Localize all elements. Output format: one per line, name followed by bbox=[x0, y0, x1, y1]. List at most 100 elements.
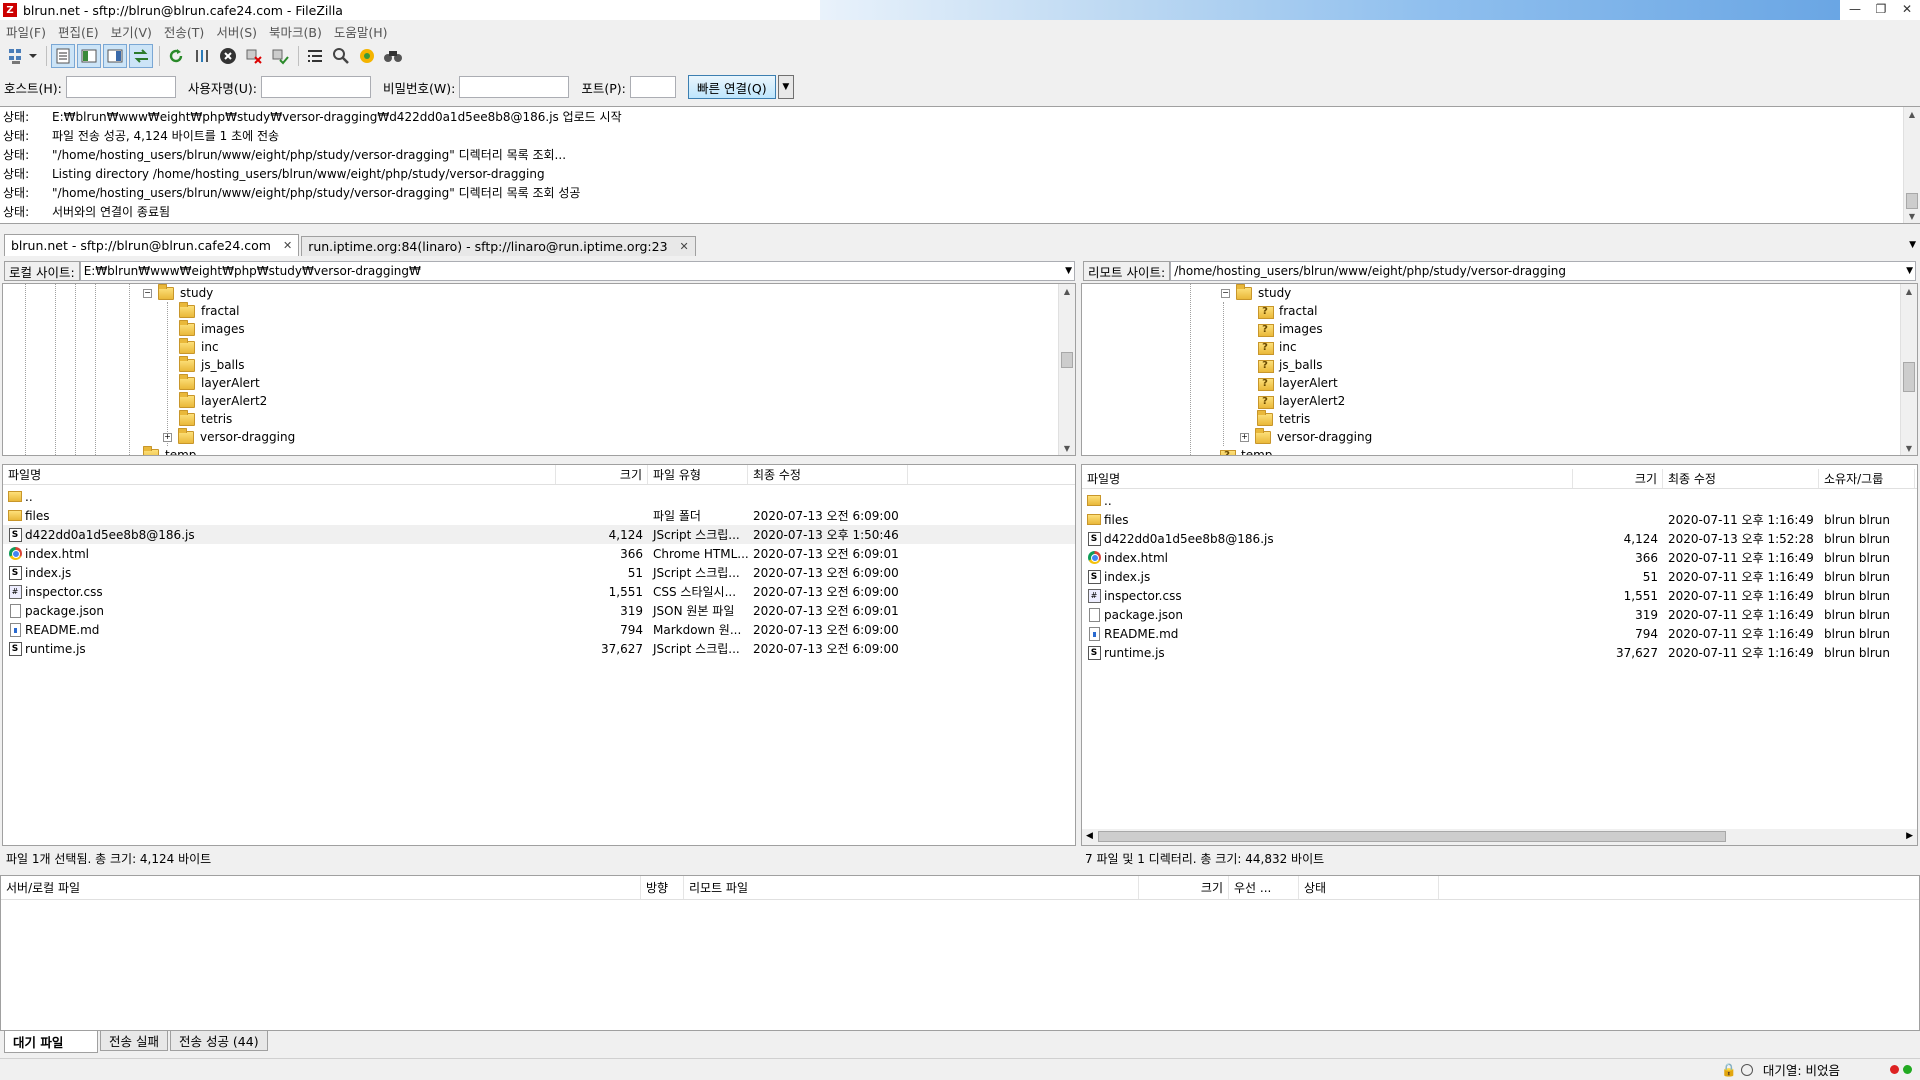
collapse-icon[interactable]: − bbox=[1221, 288, 1230, 298]
compare-icon[interactable] bbox=[329, 44, 353, 68]
tree-item[interactable]: − study bbox=[1221, 284, 1291, 302]
column-status[interactable]: 상태 bbox=[1299, 876, 1439, 899]
file-row[interactable]: Sindex.js 51 2020-07-11 오후 1:16:49 blrun bl… bbox=[1082, 567, 1917, 586]
menu-help[interactable]: 도움말(H) bbox=[328, 22, 394, 41]
local-path-input[interactable]: E:₩blrun₩www₩eight₩php₩study₩versor-drag… bbox=[79, 261, 1075, 281]
tab-list-dropdown-icon[interactable]: ▼ bbox=[1909, 240, 1916, 250]
site-manager-icon[interactable] bbox=[6, 44, 40, 68]
file-row[interactable]: README.md 794 Markdown 원... 2020-07-13 오전 6… bbox=[3, 620, 1075, 639]
close-window-icon[interactable]: ✕ bbox=[1894, 0, 1920, 18]
tree-item[interactable]: inc bbox=[179, 337, 219, 356]
tree-item[interactable]: ? layerAlert2 bbox=[1257, 392, 1345, 410]
minimize-icon[interactable]: — bbox=[1842, 0, 1868, 18]
column-size[interactable]: 크기 bbox=[1139, 876, 1229, 899]
menu-bookmarks[interactable]: 북마크(B) bbox=[263, 22, 328, 41]
tree-item[interactable]: fractal bbox=[179, 301, 240, 320]
column-size[interactable]: 크기 bbox=[1573, 469, 1663, 488]
process-queue-icon[interactable] bbox=[190, 44, 214, 68]
file-row[interactable]: Sindex.js 51 JScript 스크립... 2020-07-13 오전 6… bbox=[3, 563, 1075, 582]
toggle-remote-tree-icon[interactable] bbox=[103, 44, 127, 68]
toggle-log-icon[interactable] bbox=[51, 44, 75, 68]
remote-directory-tree[interactable]: − study ? fractal ? images ? inc ? js_balls ?… bbox=[1081, 283, 1918, 456]
file-row[interactable]: .. bbox=[1082, 491, 1917, 510]
expand-icon[interactable]: + bbox=[1240, 432, 1249, 442]
maximize-icon[interactable]: ❐ bbox=[1868, 0, 1894, 18]
column-modified[interactable]: 최종 수정 bbox=[1663, 469, 1819, 488]
file-row[interactable]: index.html 366 Chrome HTML... 2020-07-13 오전… bbox=[3, 544, 1075, 563]
file-row[interactable]: package.json 319 JSON 원본 파일 2020-07-13 오전 6… bbox=[3, 601, 1075, 620]
file-row[interactable]: README.md 794 2020-07-11 오후 1:16:49 blrun b… bbox=[1082, 624, 1917, 643]
column-filename[interactable]: 파일명 ^ bbox=[1082, 469, 1573, 488]
tree-item[interactable]: tetris bbox=[179, 409, 232, 428]
speed-limit-icon[interactable] bbox=[1740, 1063, 1753, 1076]
column-priority[interactable]: 우선 ... bbox=[1229, 876, 1299, 899]
message-log[interactable]: 상태: E:₩blrun₩www₩eight₩php₩study₩versor-d… bbox=[0, 106, 1920, 224]
remote-tree-scrollbar[interactable]: ▲ ▼ bbox=[1900, 284, 1917, 455]
tree-item[interactable]: ? fractal bbox=[1257, 302, 1318, 320]
scroll-thumb[interactable] bbox=[1098, 831, 1726, 842]
chevron-down-icon[interactable]: ▼ bbox=[1065, 266, 1072, 276]
tree-item[interactable]: ? images bbox=[1257, 320, 1323, 338]
tree-item[interactable]: + versor-dragging bbox=[1240, 427, 1372, 446]
collapse-icon[interactable]: − bbox=[143, 288, 152, 298]
tree-item[interactable]: ? temp bbox=[1219, 446, 1272, 455]
tree-item[interactable]: ? layerAlert bbox=[1257, 374, 1338, 392]
host-input[interactable] bbox=[65, 76, 176, 98]
tab-successful-transfers[interactable]: 전송 성공 (44) bbox=[169, 1031, 268, 1051]
scroll-down-icon[interactable]: ▼ bbox=[1901, 441, 1917, 455]
transfer-queue[interactable]: 서버/로컬 파일 방향 리모트 파일 크기 우선 ... 상태 bbox=[0, 875, 1920, 1031]
tree-item[interactable]: ? js_balls bbox=[1257, 356, 1322, 374]
tab-connection-1[interactable]: blrun.net - sftp://blrun@blrun.cafe24.co… bbox=[4, 234, 300, 256]
tree-item[interactable]: layerAlert2 bbox=[179, 391, 267, 410]
tree-item[interactable]: ? inc bbox=[1257, 338, 1297, 356]
menu-edit[interactable]: 편집(E) bbox=[52, 22, 105, 41]
username-input[interactable] bbox=[261, 76, 371, 98]
port-input[interactable] bbox=[629, 76, 676, 98]
file-row[interactable]: Sd422dd0a1d5ee8b8@186.js 4,124 2020-07-13 … bbox=[1082, 529, 1917, 548]
column-direction[interactable]: 방향 bbox=[641, 876, 684, 899]
file-row[interactable]: Sd422dd0a1d5ee8b8@186.js 4,124 JScript 스크립… bbox=[3, 525, 1075, 544]
toggle-local-tree-icon[interactable] bbox=[77, 44, 101, 68]
column-modified[interactable]: 최종 수정 bbox=[748, 465, 908, 484]
scroll-thumb[interactable] bbox=[1906, 193, 1918, 209]
column-filename[interactable]: 파일명 ^ bbox=[3, 465, 556, 484]
tab-connection-2[interactable]: run.iptime.org:84(linaro) - sftp://linar… bbox=[301, 236, 696, 256]
column-owner-group[interactable]: 소유자/그룹 bbox=[1819, 469, 1915, 488]
file-row[interactable]: .. bbox=[3, 487, 1075, 506]
tree-item[interactable]: − study bbox=[143, 284, 213, 302]
column-remote-file[interactable]: 리모트 파일 bbox=[684, 876, 1139, 899]
tab-queued-files[interactable]: 대기 파일 bbox=[4, 1031, 98, 1053]
tree-item[interactable]: layerAlert bbox=[179, 373, 260, 392]
quickconnect-history-dropdown[interactable]: ▼ bbox=[777, 75, 794, 99]
menu-server[interactable]: 서버(S) bbox=[210, 22, 263, 41]
file-row[interactable]: files 2020-07-11 오후 1:16:49 blrun blrun bbox=[1082, 510, 1917, 529]
remote-list-hscrollbar[interactable]: ◀ ▶ bbox=[1082, 829, 1917, 845]
scroll-down-icon[interactable]: ▼ bbox=[1059, 441, 1075, 455]
scroll-up-icon[interactable]: ▲ bbox=[1901, 284, 1917, 298]
remote-path-input[interactable]: /home/hosting_users/blrun/www/eight/php/… bbox=[1170, 261, 1916, 281]
file-row[interactable]: files 파일 폴더 2020-07-13 오전 6:09:00 bbox=[3, 506, 1075, 525]
toggle-queue-icon[interactable] bbox=[129, 44, 153, 68]
filter-icon[interactable] bbox=[303, 44, 327, 68]
file-row[interactable]: # inspector.css 1,551 CSS 스타일시... 2020-07-13… bbox=[3, 582, 1075, 601]
menu-transfer[interactable]: 전송(T) bbox=[158, 22, 210, 41]
tree-item[interactable]: + versor-dragging bbox=[163, 427, 295, 446]
menu-file[interactable]: 파일(F) bbox=[0, 22, 52, 41]
tree-item[interactable]: tetris bbox=[1257, 409, 1310, 428]
menu-view[interactable]: 보기(V) bbox=[105, 22, 158, 41]
file-row[interactable]: index.html 366 2020-07-11 오후 1:16:49 blrun … bbox=[1082, 548, 1917, 567]
remote-file-list[interactable]: 파일명 ^ 크기 최종 수정 소유자/그룹 .. files 2020-07-11 오… bbox=[1081, 464, 1918, 846]
file-row[interactable]: package.json 319 2020-07-11 오후 1:16:49 blru… bbox=[1082, 605, 1917, 624]
file-row[interactable]: # inspector.css 1,551 2020-07-11 오후 1:16:49… bbox=[1082, 586, 1917, 605]
close-tab-icon[interactable]: ✕ bbox=[283, 239, 292, 252]
scroll-thumb[interactable] bbox=[1061, 352, 1073, 368]
disconnect-icon[interactable] bbox=[242, 44, 266, 68]
search-icon[interactable] bbox=[381, 44, 405, 68]
file-row[interactable]: Sruntime.js 37,627 2020-07-11 오후 1:16:49 bl… bbox=[1082, 643, 1917, 662]
column-server-local-file[interactable]: 서버/로컬 파일 bbox=[1, 876, 641, 899]
scroll-left-icon[interactable]: ◀ bbox=[1086, 831, 1093, 841]
password-input[interactable] bbox=[459, 76, 570, 98]
tree-item[interactable]: temp bbox=[143, 445, 196, 455]
local-directory-tree[interactable]: − study fractal images inc js_balls layer… bbox=[2, 283, 1076, 456]
close-tab-icon[interactable]: ✕ bbox=[680, 240, 689, 253]
